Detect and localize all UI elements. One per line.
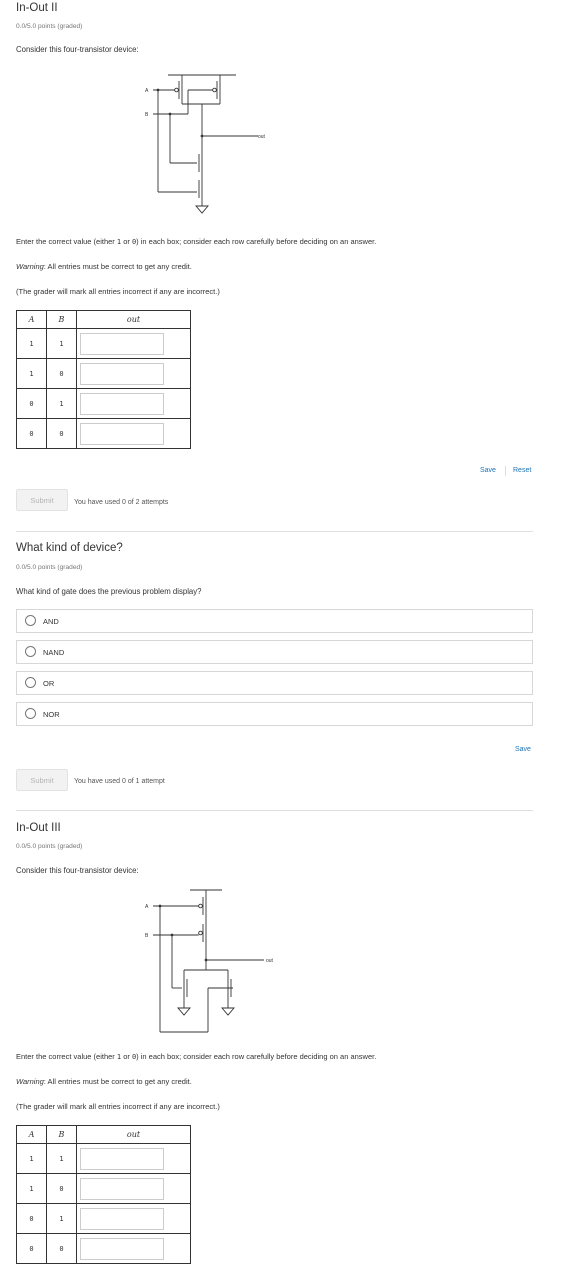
column-header-out: out xyxy=(76,1125,191,1144)
column-header-b: B xyxy=(46,310,77,329)
option-nor[interactable]: NOR xyxy=(16,702,533,726)
submit-button[interactable]: Submit xyxy=(16,769,68,791)
section-divider xyxy=(16,810,533,811)
column-header-out: out xyxy=(76,310,191,329)
table-row: 1 0 xyxy=(16,1173,191,1204)
output-label: out xyxy=(258,134,266,140)
radio-button[interactable] xyxy=(25,615,36,626)
option-label: NOR xyxy=(43,710,60,719)
warning: Warning: All entries must be correct to … xyxy=(16,1077,192,1086)
grader-note: (The grader will mark all entries incorr… xyxy=(16,287,220,296)
radio-button[interactable] xyxy=(25,708,36,719)
problem-prompt: Consider this four-transistor device: xyxy=(16,866,139,875)
truth-table: A B out 1 1 1 0 0 1 0 0 xyxy=(16,1125,191,1264)
cell-a: 0 xyxy=(16,418,47,449)
answer-input[interactable] xyxy=(80,1147,164,1170)
answer-input[interactable] xyxy=(80,332,164,355)
option-or[interactable]: OR xyxy=(16,671,533,695)
radio-button[interactable] xyxy=(25,677,36,688)
warning: Warning: All entries must be correct to … xyxy=(16,262,192,271)
input-b-label: B xyxy=(145,112,149,118)
option-label: AND xyxy=(43,617,59,626)
cell-b: 0 xyxy=(46,358,77,389)
divider xyxy=(505,466,506,476)
answer-input[interactable] xyxy=(80,1207,164,1230)
column-header-a: A xyxy=(16,310,47,329)
cell-a: 1 xyxy=(16,328,47,359)
option-label: NAND xyxy=(43,648,65,657)
problem-title: In-Out III xyxy=(16,822,61,834)
attempts-text: You have used 0 of 2 attempts xyxy=(74,499,169,506)
cell-b: 1 xyxy=(46,388,77,419)
input-a-label: A xyxy=(145,88,149,94)
table-header-row: A B out xyxy=(16,310,191,329)
answer-input[interactable] xyxy=(80,422,164,445)
instructions: Enter the correct value (either 1 or 0) … xyxy=(16,237,377,246)
attempts-text: You have used 0 of 1 attempt xyxy=(74,778,165,785)
table-row: 1 0 xyxy=(16,358,191,389)
output-label: out xyxy=(266,958,274,964)
circuit-diagram: A B out xyxy=(145,74,266,214)
table-row: 1 1 xyxy=(16,328,191,359)
section-divider xyxy=(16,531,533,532)
input-a-label: A xyxy=(145,904,149,910)
answer-input[interactable] xyxy=(80,362,164,385)
truth-table: A B out 1 1 1 0 0 1 0 0 xyxy=(16,310,191,449)
problem-points: 0.0/5.0 points (graded) xyxy=(16,23,83,30)
table-header-row: A B out xyxy=(16,1125,191,1144)
reset-button[interactable]: Reset xyxy=(513,467,531,474)
cell-a: 1 xyxy=(16,1173,47,1204)
cell-a: 0 xyxy=(16,388,47,419)
answer-input[interactable] xyxy=(80,1237,164,1260)
answer-input[interactable] xyxy=(80,392,164,415)
grader-note: (The grader will mark all entries incorr… xyxy=(16,1102,220,1111)
option-nand[interactable]: NAND xyxy=(16,640,533,664)
cell-b: 0 xyxy=(46,1233,77,1264)
cell-b: 1 xyxy=(46,1143,77,1174)
column-header-b: B xyxy=(46,1125,77,1144)
problem-title: In-Out II xyxy=(16,2,58,14)
cell-a: 1 xyxy=(16,358,47,389)
instructions: Enter the correct value (either 1 or 0) … xyxy=(16,1052,377,1061)
problem-prompt: What kind of gate does the previous prob… xyxy=(16,587,202,596)
problem-points: 0.0/5.0 points (graded) xyxy=(16,564,83,571)
radio-button[interactable] xyxy=(25,646,36,657)
table-row: 0 1 xyxy=(16,388,191,419)
option-and[interactable]: AND xyxy=(16,609,533,633)
table-row: 0 1 xyxy=(16,1203,191,1234)
column-header-a: A xyxy=(16,1125,47,1144)
problem-title: What kind of device? xyxy=(16,542,123,554)
circuit-diagram: A B out xyxy=(145,889,274,1033)
option-label: OR xyxy=(43,679,55,688)
table-row: 1 1 xyxy=(16,1143,191,1174)
cell-a: 0 xyxy=(16,1233,47,1264)
problem-prompt: Consider this four-transistor device: xyxy=(16,45,139,54)
cell-b: 1 xyxy=(46,1203,77,1234)
input-b-label: B xyxy=(145,933,149,939)
save-button[interactable]: Save xyxy=(515,746,531,753)
table-row: 0 0 xyxy=(16,1233,191,1264)
cell-a: 1 xyxy=(16,1143,47,1174)
cell-b: 0 xyxy=(46,1173,77,1204)
problem-points: 0.0/5.0 points (graded) xyxy=(16,843,83,850)
save-button[interactable]: Save xyxy=(480,467,496,474)
table-row: 0 0 xyxy=(16,418,191,449)
cell-a: 0 xyxy=(16,1203,47,1234)
answer-input[interactable] xyxy=(80,1177,164,1200)
cell-b: 1 xyxy=(46,328,77,359)
submit-button[interactable]: Submit xyxy=(16,489,68,511)
cell-b: 0 xyxy=(46,418,77,449)
